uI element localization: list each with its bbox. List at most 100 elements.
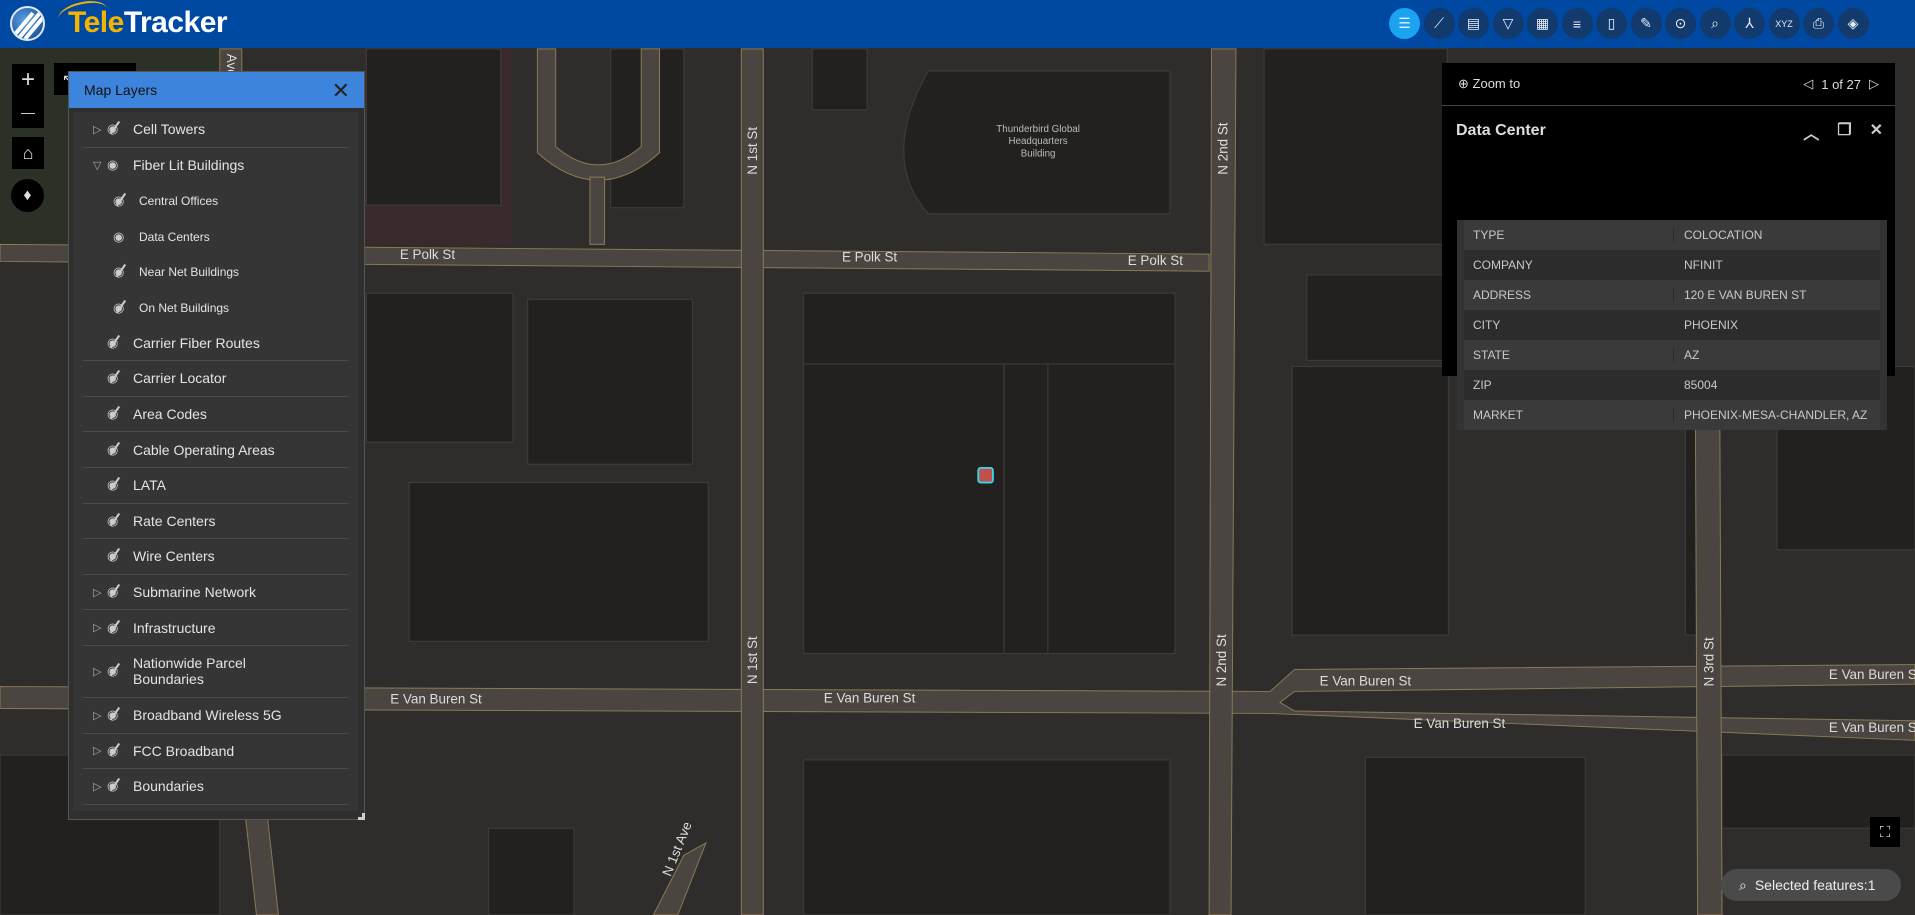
layer-label: Carrier Locator: [133, 370, 227, 387]
next-icon[interactable]: ▷: [1869, 76, 1879, 92]
resize-handle[interactable]: [358, 813, 365, 820]
layers-icon[interactable]: ☰: [1389, 8, 1420, 39]
hidden-eye-icon[interactable]: ◉: [107, 406, 129, 422]
hidden-eye-icon[interactable]: ◉: [107, 548, 129, 564]
filter-icon[interactable]: ▽: [1492, 8, 1524, 39]
hidden-eye-icon[interactable]: ◉: [107, 584, 129, 600]
collapse-caret-icon[interactable]: ▽: [93, 159, 107, 172]
street-label: E Polk St: [1128, 253, 1183, 268]
street-label: E Van Buren St: [390, 692, 482, 707]
table-icon[interactable]: ▦: [1527, 8, 1558, 39]
hidden-eye-icon[interactable]: ◉: [113, 264, 135, 280]
layer-item[interactable]: ◉ On Net Buildings: [83, 290, 348, 326]
layer-item[interactable]: ◉ LATA: [83, 468, 348, 504]
coordinate-icon[interactable]: ⅄: [1734, 8, 1765, 39]
layer-item[interactable]: ▷ ◉ Infrastructure: [83, 610, 348, 646]
print-icon[interactable]: ⎙: [1803, 8, 1834, 39]
compass-icon[interactable]: ♦: [11, 179, 44, 212]
hidden-eye-icon[interactable]: ◉: [113, 300, 135, 316]
zoom-out-button[interactable]: —: [12, 96, 44, 128]
attribute-row: MARKET PHOENIX-MESA-CHANDLER, AZ: [1464, 400, 1880, 430]
close-icon[interactable]: ✕: [1870, 120, 1883, 144]
location-icon[interactable]: ⊙: [1665, 8, 1696, 39]
legend-icon[interactable]: ≡: [1561, 8, 1593, 39]
dock-icon[interactable]: ❐: [1837, 120, 1851, 144]
layer-label: Cable Operating Areas: [133, 441, 275, 458]
hidden-eye-icon[interactable]: ◉: [107, 477, 129, 493]
attribute-row: ZIP 85004: [1464, 370, 1880, 400]
layer-item[interactable]: ▷ ◉ Boundaries: [83, 769, 348, 805]
layer-item[interactable]: ▷ ◉ Cell Towers: [83, 112, 348, 148]
zoom-in-icon: ⊕: [1458, 76, 1469, 91]
hidden-eye-icon[interactable]: ◉: [107, 707, 129, 723]
attribute-row: STATE AZ: [1464, 340, 1880, 370]
layer-item[interactable]: ▷ ◉ FCC Broadband: [83, 734, 348, 770]
previous-icon[interactable]: ◁: [1803, 76, 1813, 92]
layer-item[interactable]: ◉ Carrier Fiber Routes: [83, 326, 348, 362]
popup-toolbar: ⊕ Zoom to ◁ 1 of 27 ▷: [1442, 63, 1895, 106]
basemap-icon[interactable]: ✎: [1630, 8, 1662, 39]
layer-label: LATA: [133, 477, 166, 494]
street-label: N 2nd St: [1215, 122, 1230, 175]
expand-caret-icon[interactable]: ▷: [93, 621, 107, 634]
layer-item[interactable]: ◉ Data Centers: [83, 219, 348, 255]
close-icon[interactable]: ✕: [332, 78, 350, 104]
expand-caret-icon[interactable]: ▷: [93, 665, 107, 678]
layer-label: Near Net Buildings: [139, 265, 240, 280]
expand-caret-icon[interactable]: ▷: [93, 744, 107, 757]
expand-caret-icon[interactable]: ▷: [93, 123, 107, 136]
field-name: ZIP: [1464, 378, 1674, 392]
collapse-icon[interactable]: ︿: [1803, 120, 1819, 144]
expand-caret-icon[interactable]: ▷: [93, 709, 107, 722]
layer-item[interactable]: ▷ ◉ Nationwide Parcel Boundaries: [83, 646, 348, 698]
visible-eye-icon[interactable]: ◉: [107, 157, 129, 173]
layer-item[interactable]: ▷ ◉ Submarine Network: [83, 575, 348, 611]
zoom-in-button[interactable]: +: [12, 64, 44, 96]
search-icon[interactable]: ⌕: [1699, 8, 1731, 39]
zoom-to-button[interactable]: ⊕ Zoom to: [1458, 76, 1520, 92]
measure-icon[interactable]: ⟋: [1423, 8, 1455, 39]
query-icon[interactable]: ▤: [1458, 8, 1489, 39]
layer-label: On Net Buildings: [139, 300, 230, 315]
panel-header: Map Layers ✕: [69, 72, 364, 108]
layer-item[interactable]: ◉ Cable Operating Areas: [83, 432, 348, 468]
layer-item[interactable]: ◉ Area Codes: [83, 397, 348, 433]
layer-label: Carrier Fiber Routes: [133, 334, 260, 351]
directions-icon[interactable]: ◈: [1837, 8, 1869, 39]
street-label: E Van Buren St: [1320, 673, 1412, 688]
layer-item[interactable]: ◉ Carrier Locator: [83, 361, 348, 397]
popup-title-row: Data Center ︿ ❐ ✕: [1442, 106, 1895, 156]
hidden-eye-icon[interactable]: ◉: [107, 370, 129, 386]
hidden-eye-icon[interactable]: ◉: [107, 620, 129, 636]
street-label: E Van Buren St: [1829, 720, 1915, 735]
layer-label: Rate Centers: [133, 512, 216, 529]
field-name: STATE: [1464, 348, 1674, 362]
hidden-eye-icon[interactable]: ◉: [107, 663, 129, 679]
layer-item[interactable]: ▽ ◉ Fiber Lit Buildings: [83, 148, 348, 184]
expand-caret-icon[interactable]: ▷: [93, 780, 107, 793]
expand-caret-icon[interactable]: ▷: [93, 586, 107, 599]
layer-item[interactable]: ▷ ◉ Broadband Wireless 5G: [83, 698, 348, 734]
hidden-eye-icon[interactable]: ◉: [107, 335, 129, 351]
layer-label: Wire Centers: [133, 548, 215, 565]
xyz-icon[interactable]: XYZ: [1768, 8, 1800, 39]
street-label: N 2nd St: [1214, 634, 1229, 687]
hidden-eye-icon[interactable]: ◉: [107, 513, 129, 529]
home-button[interactable]: ⌂: [12, 137, 44, 169]
hidden-eye-icon[interactable]: ◉: [113, 193, 135, 209]
popup-title: Data Center: [1456, 122, 1546, 139]
visible-eye-icon[interactable]: ◉: [113, 229, 135, 245]
selected-features-button[interactable]: ⌕ Selected features:1: [1721, 869, 1901, 901]
layer-item[interactable]: ◉ Central Offices: [83, 183, 348, 219]
selected-data-center-marker[interactable]: [977, 466, 994, 484]
bookmark-icon[interactable]: ▯: [1596, 8, 1627, 39]
layer-item[interactable]: ◉ Rate Centers: [83, 504, 348, 540]
hidden-eye-icon[interactable]: ◉: [107, 743, 129, 759]
layer-item[interactable]: ◉ Wire Centers: [83, 539, 348, 575]
layer-label: FCC Broadband: [133, 742, 235, 759]
hidden-eye-icon[interactable]: ◉: [107, 121, 129, 137]
hidden-eye-icon[interactable]: ◉: [107, 442, 129, 458]
fullscreen-button[interactable]: ⛶: [1870, 817, 1900, 847]
hidden-eye-icon[interactable]: ◉: [107, 778, 129, 794]
layer-item[interactable]: ◉ Near Net Buildings: [83, 254, 348, 290]
